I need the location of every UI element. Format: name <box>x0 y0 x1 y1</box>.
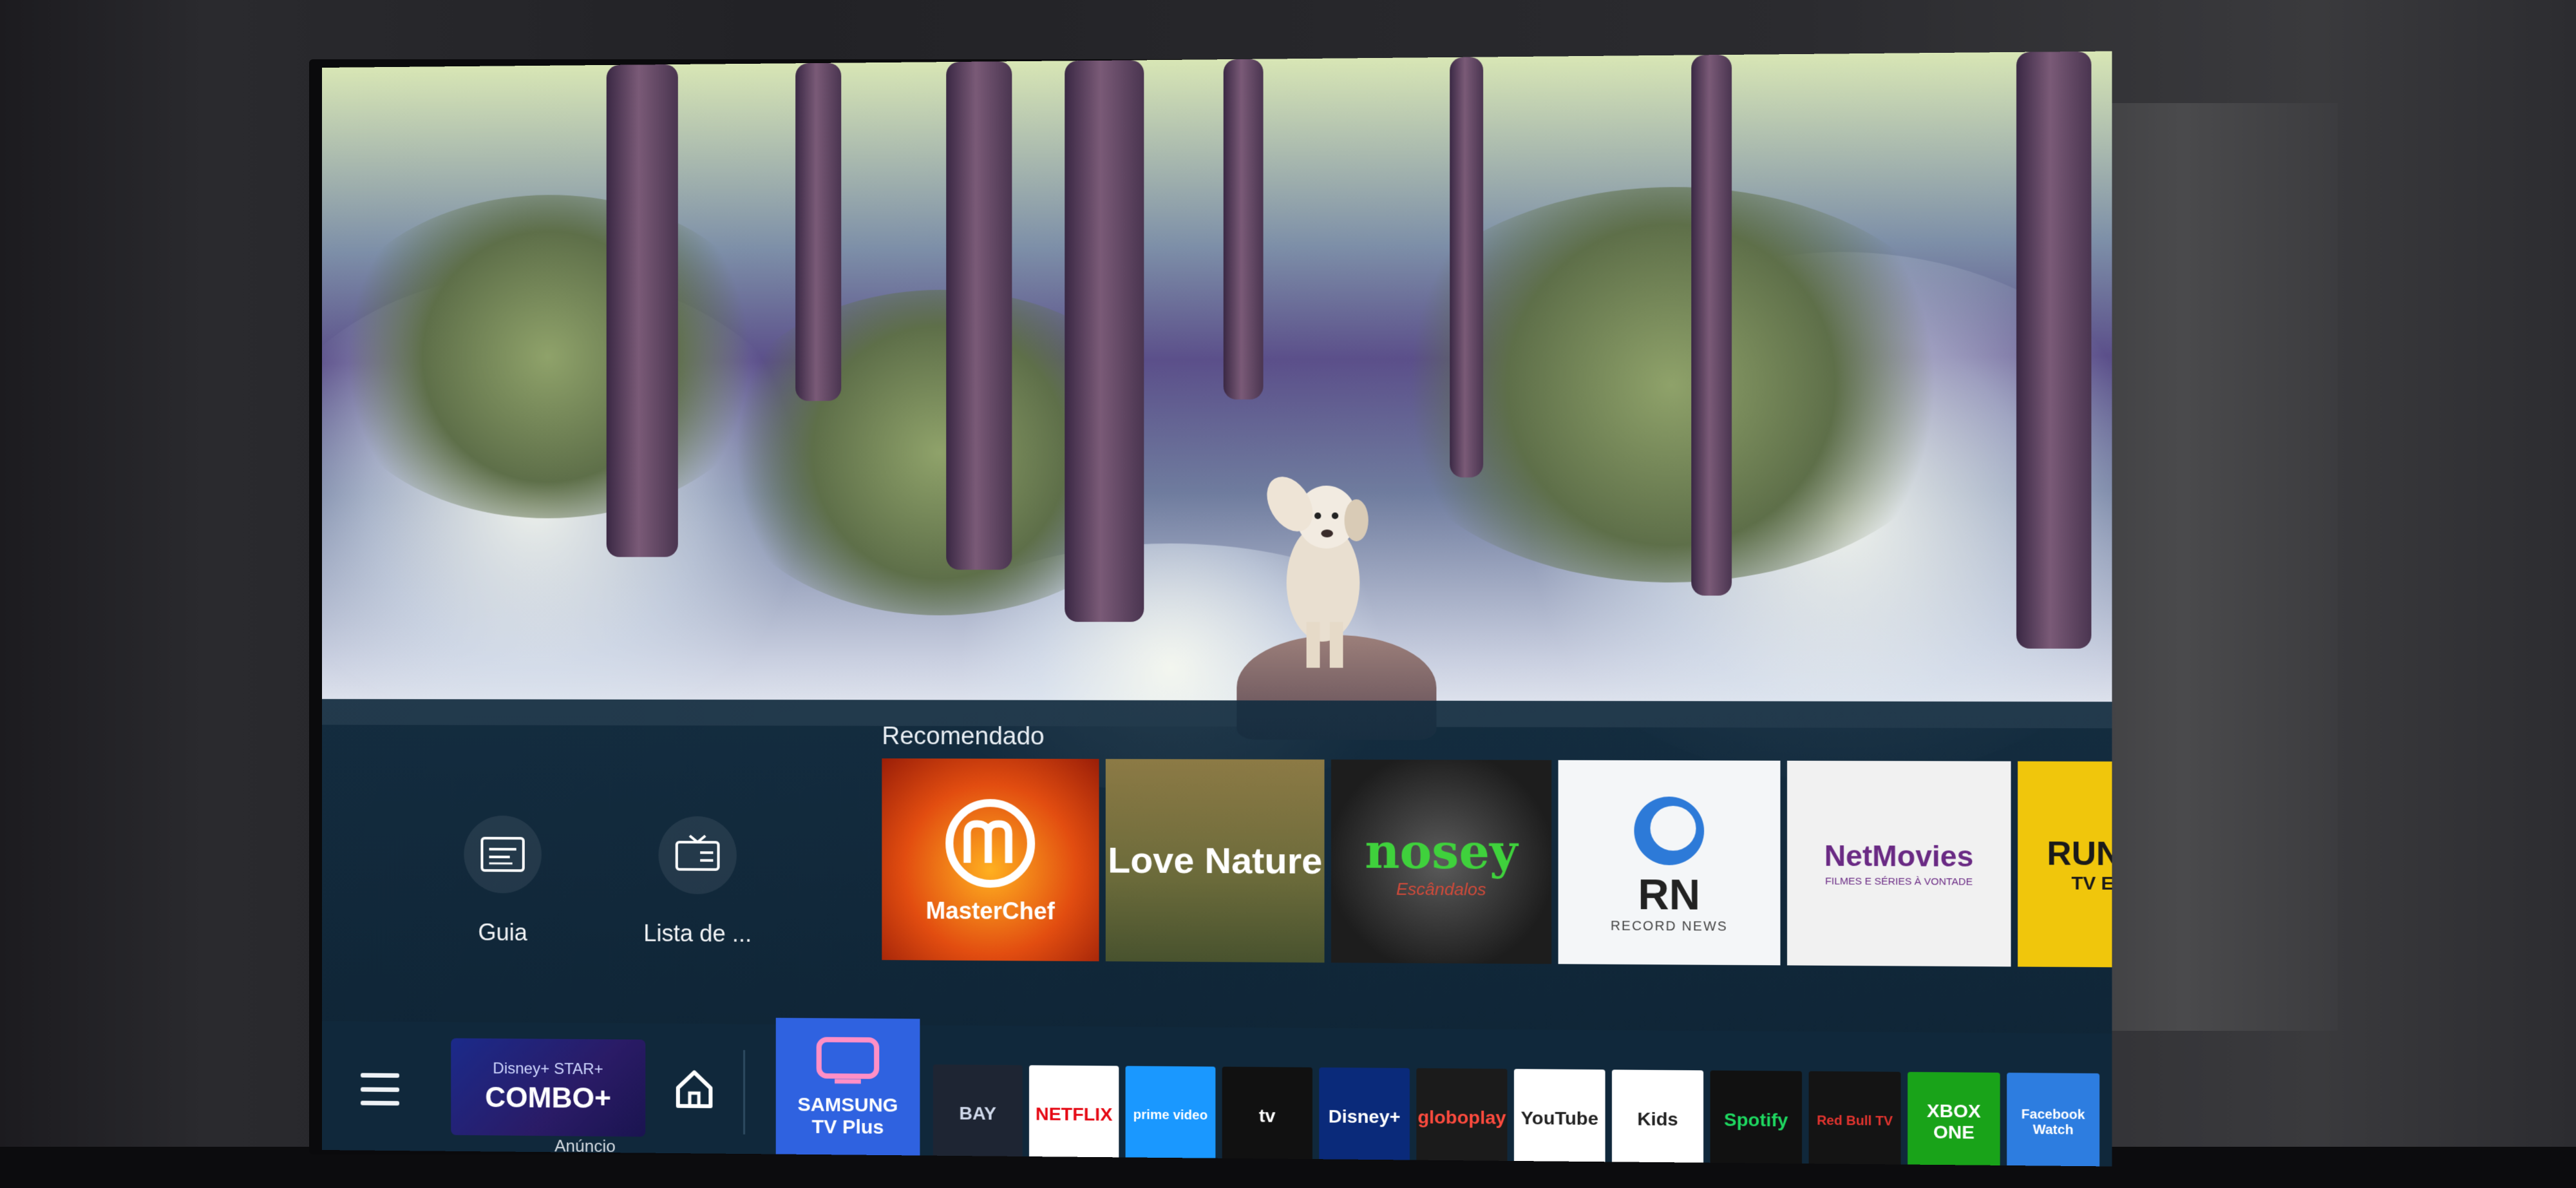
app-tile-red-bull-tv[interactable]: Red Bull TV <box>1808 1071 1901 1167</box>
app-tile-globoplay[interactable]: globoplay <box>1416 1068 1508 1167</box>
tv-screen: Recomendado Guia Lista de ... MasterChef… <box>322 51 2112 1167</box>
tile-label: MasterChef <box>925 897 1055 925</box>
app-tile-kids[interactable]: Kids <box>1611 1069 1704 1167</box>
app-tile-youtube[interactable]: YouTube <box>1513 1069 1605 1167</box>
app-label: Facebook Watch <box>2021 1107 2085 1138</box>
tree-trunk <box>1223 59 1264 400</box>
tree-trunk <box>2016 51 2092 649</box>
app-label: YouTube <box>1520 1107 1598 1129</box>
tile-sublabel: FILMES E SÉRIES À VONTADE <box>1825 875 1973 888</box>
tile-label: nosey <box>1365 823 1518 880</box>
guide-button[interactable]: Guia <box>438 815 567 947</box>
masterchef-logo-icon <box>941 794 1039 892</box>
app-label: Kids <box>1637 1108 1678 1130</box>
tile-label: RUN:TIME <box>2047 834 2112 873</box>
guide-label: Guia <box>478 919 527 946</box>
tree-trunk <box>606 64 678 557</box>
guide-icon <box>464 815 542 894</box>
tile-netmovies[interactable]: NetMovies FILMES E SÉRIES À VONTADE <box>1787 760 2011 967</box>
ad-brand: Disney+ STAR+ <box>493 1060 603 1078</box>
menu-icon <box>360 1073 400 1078</box>
forest-video-preview <box>322 51 2112 793</box>
divider <box>743 1049 746 1135</box>
channel-list-label: Lista de ... <box>643 919 752 947</box>
tile-record-news[interactable]: RN RECORD NEWS <box>1558 760 1781 966</box>
samsung-tv-plus-app[interactable]: SAMSUNG TV Plus <box>775 1017 920 1156</box>
tree-trunk <box>1691 54 1732 596</box>
tree-trunk <box>1065 60 1144 622</box>
app-tile-netflix[interactable]: NETFLIX <box>1028 1065 1119 1164</box>
home-icon[interactable] <box>672 1066 717 1111</box>
tile-sublabel: TV E FILMES <box>2071 872 2112 894</box>
ad-banner-combo[interactable]: Disney+ STAR+ COMBO+ <box>451 1038 646 1137</box>
ad-title: COMBO+ <box>485 1082 611 1115</box>
section-title-recomendado: Recomendado <box>882 722 1045 751</box>
tile-masterchef[interactable]: MasterChef <box>882 758 1099 962</box>
app-label: globoplay <box>1417 1107 1506 1128</box>
app-label: prime video <box>1133 1107 1208 1123</box>
tile-nosey[interactable]: nosey Escândalos <box>1331 759 1552 964</box>
tv-plus-icon <box>815 1034 881 1086</box>
record-news-logo-icon <box>1634 796 1705 865</box>
app-tile-facebook-watch[interactable]: Facebook Watch <box>2007 1072 2100 1167</box>
samsung-line2: TV Plus <box>811 1116 884 1138</box>
menu-button[interactable] <box>360 1073 400 1106</box>
foliage <box>322 193 776 519</box>
app-label: BAY <box>959 1103 997 1124</box>
tile-sublabel: Escândalos <box>1396 879 1486 899</box>
app-tile-disney-[interactable]: Disney+ <box>1319 1067 1410 1167</box>
app-tile-bay[interactable]: BAY <box>933 1064 1023 1164</box>
app-label: XBOX ONE <box>1926 1100 1981 1143</box>
app-tile-tv[interactable]: tv <box>1222 1066 1312 1166</box>
app-label: Red Bull TV <box>1817 1113 1893 1129</box>
tile-sublabel: RECORD NEWS <box>1610 918 1728 934</box>
tile-label: NetMovies <box>1824 839 1974 873</box>
tile-runtime[interactable]: RUN:TIME TV E FILMES <box>2018 761 2112 968</box>
dog-figure <box>1263 471 1368 668</box>
tile-label: Love Nature <box>1108 839 1323 882</box>
app-label: NETFLIX <box>1035 1104 1113 1125</box>
app-label: tv <box>1258 1106 1276 1126</box>
tree-trunk <box>1450 57 1484 478</box>
tree-trunk <box>946 61 1012 570</box>
app-label: Disney+ <box>1328 1106 1401 1127</box>
channel-list-button[interactable]: Lista de ... <box>632 816 762 948</box>
tile-label: RN <box>1638 870 1701 919</box>
channel-list-icon <box>658 816 737 895</box>
app-tile-spotify[interactable]: Spotify <box>1710 1070 1803 1167</box>
app-tile-xbox-one[interactable]: XBOX ONE <box>1908 1071 2000 1167</box>
samsung-line1: SAMSUNG <box>797 1094 898 1116</box>
app-label: Spotify <box>1724 1109 1788 1131</box>
tree-trunk <box>795 62 842 401</box>
app-tile-prime-video[interactable]: prime video <box>1125 1066 1216 1165</box>
tile-love-nature[interactable]: Love Nature <box>1105 759 1325 963</box>
